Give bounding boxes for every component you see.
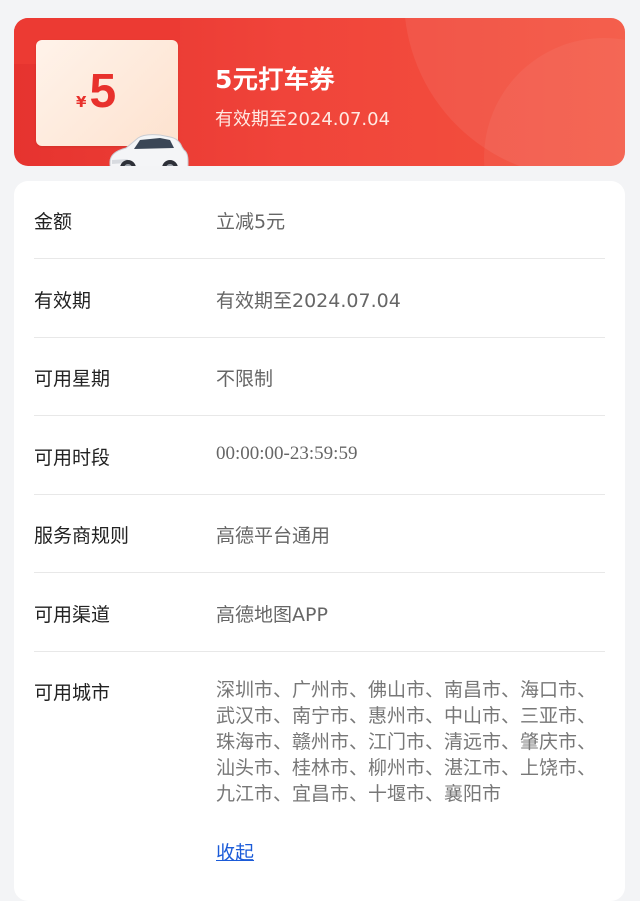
detail-label: 可用城市 [34,682,111,704]
detail-row-validity: 有效期 有效期至2024.07.04 [34,259,605,338]
detail-row-cities: 可用城市 深圳市、广州市、佛山市、南昌市、海口市、武汉市、南宁市、惠州市、中山市… [34,652,605,901]
detail-value: 高德地图APP [216,604,328,626]
detail-value: 00:00:00-23:59:59 [216,443,358,464]
detail-row-weekdays: 可用星期 不限制 [34,338,605,416]
coupon-banner: ¥ 5 5元打车券 有效期至2024.07.04 [14,18,625,166]
detail-label: 可用星期 [34,368,111,390]
collapse-link[interactable]: 收起 [216,838,254,865]
detail-label: 可用渠道 [34,604,111,626]
detail-label: 金额 [34,211,73,233]
coupon-details-card: 金额 立减5元 有效期 有效期至2024.07.04 可用星期 不限制 可用时段… [14,181,625,901]
available-cities-text: 深圳市、广州市、佛山市、南昌市、海口市、武汉市、南宁市、惠州市、中山市、三亚市、… [216,679,597,805]
detail-row-channel: 可用渠道 高德地图APP [34,573,605,652]
amount-number: 5 [89,65,117,118]
detail-label: 可用时段 [34,447,111,469]
detail-row-amount: 金额 立减5元 [34,181,605,259]
detail-label: 服务商规则 [34,525,130,547]
coupon-title: 5元打车券 [215,65,335,94]
detail-value: 不限制 [216,368,274,390]
car-icon [109,134,189,166]
coupon-validity: 有效期至2024.07.04 [215,109,391,130]
detail-row-provider-rule: 服务商规则 高德平台通用 [34,495,605,573]
detail-value: 立减5元 [216,211,286,233]
coupon-amount: ¥ 5 [76,68,116,116]
detail-label: 有效期 [34,290,92,312]
detail-value: 高德平台通用 [216,525,331,547]
detail-value: 有效期至2024.07.04 [216,290,401,312]
currency-symbol: ¥ [76,93,87,111]
detail-row-time-range: 可用时段 00:00:00-23:59:59 [34,416,605,495]
